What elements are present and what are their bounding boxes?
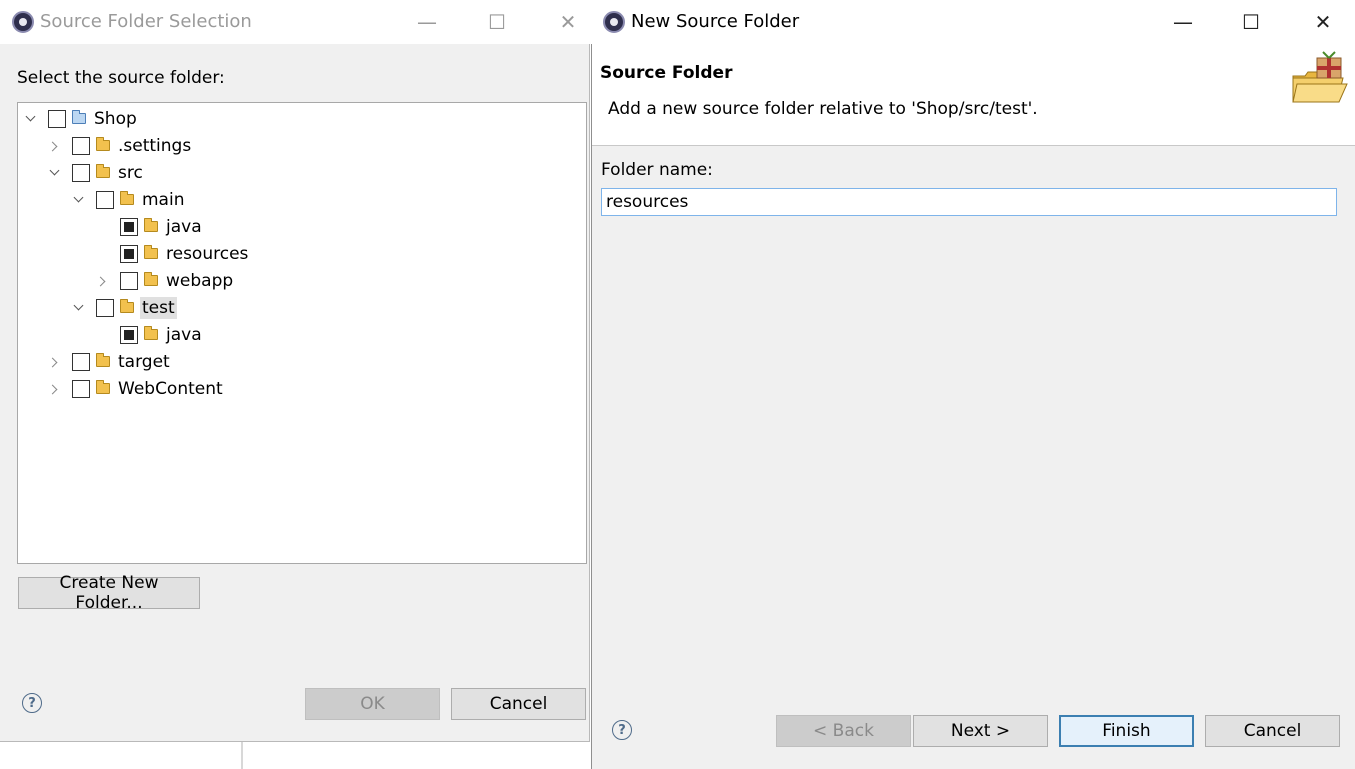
right-cancel-button[interactable]: Cancel xyxy=(1205,715,1340,747)
chevron-right-icon[interactable] xyxy=(48,139,62,153)
tree-item-label: src xyxy=(118,162,143,183)
create-new-folder-button[interactable]: Create New Folder... xyxy=(18,573,200,613)
chevron-down-icon[interactable] xyxy=(48,166,62,180)
tree-item-webcontent[interactable]: WebContent xyxy=(48,375,225,402)
tree-item-label: java xyxy=(166,324,202,345)
checkbox-partial[interactable] xyxy=(120,244,138,263)
chevron-right-icon[interactable] xyxy=(96,274,110,288)
background-divider xyxy=(241,742,243,769)
checkbox[interactable] xyxy=(96,298,114,317)
tree-item-target[interactable]: target xyxy=(48,348,172,375)
finish-button[interactable]: Finish xyxy=(1059,715,1194,747)
folder-name-input[interactable] xyxy=(601,188,1337,216)
tree-item-src[interactable]: src xyxy=(48,159,145,186)
folder-tree[interactable]: Shop .settings src main java resources w… xyxy=(17,102,587,564)
folder-icon xyxy=(96,380,110,394)
chevron-down-icon[interactable] xyxy=(72,193,86,207)
chevron-right-icon[interactable] xyxy=(48,355,62,369)
maximize-icon[interactable]: ☐ xyxy=(482,7,512,37)
eclipse-app-icon xyxy=(12,11,34,33)
chevron-right-icon[interactable] xyxy=(48,382,62,396)
select-source-folder-label: Select the source folder: xyxy=(17,68,225,88)
minimize-icon[interactable]: — xyxy=(412,7,442,37)
wizard-header xyxy=(592,44,1355,146)
close-icon[interactable]: ✕ xyxy=(1308,7,1338,37)
right-dialog-title: New Source Folder xyxy=(631,11,800,32)
maximize-icon[interactable]: ☐ xyxy=(1236,7,1266,37)
folder-name-label: Folder name: xyxy=(601,160,713,180)
left-cancel-button[interactable]: Cancel xyxy=(451,688,586,720)
folder-icon xyxy=(120,191,134,205)
folder-icon xyxy=(144,326,158,340)
ok-button[interactable]: OK xyxy=(305,688,440,720)
checkbox-partial[interactable] xyxy=(120,325,138,344)
eclipse-app-icon xyxy=(603,11,625,33)
checkbox[interactable] xyxy=(72,163,90,182)
help-icon[interactable]: ? xyxy=(612,720,632,740)
chevron-down-icon[interactable] xyxy=(24,112,38,126)
next-button[interactable]: Next > xyxy=(913,715,1048,747)
wizard-page-description: Add a new source folder relative to 'Sho… xyxy=(608,99,1038,119)
tree-item-shop[interactable]: Shop xyxy=(24,105,139,132)
folder-icon xyxy=(144,272,158,286)
new-folder-wizard-icon xyxy=(1292,51,1348,103)
tree-item-label: resources xyxy=(166,243,249,264)
tree-item-main-resources[interactable]: resources xyxy=(96,240,250,267)
tree-item-label: test xyxy=(140,296,177,319)
folder-icon xyxy=(144,245,158,259)
tree-item-test[interactable]: test xyxy=(72,294,177,321)
back-button[interactable]: < Back xyxy=(776,715,911,747)
checkbox[interactable] xyxy=(120,271,138,290)
folder-icon xyxy=(120,299,134,313)
folder-icon xyxy=(144,218,158,232)
tree-item-label: java xyxy=(166,216,202,237)
tree-item-label: WebContent xyxy=(118,378,223,399)
tree-item-settings[interactable]: .settings xyxy=(48,132,193,159)
checkbox[interactable] xyxy=(96,190,114,209)
help-icon[interactable]: ? xyxy=(22,693,42,713)
checkbox-partial[interactable] xyxy=(120,217,138,236)
close-icon[interactable]: ✕ xyxy=(553,7,583,37)
wizard-page-title: Source Folder xyxy=(600,63,733,83)
folder-icon xyxy=(96,353,110,367)
minimize-icon[interactable]: — xyxy=(1168,7,1198,37)
checkbox[interactable] xyxy=(72,352,90,371)
tree-item-label: webapp xyxy=(166,270,234,291)
folder-icon xyxy=(96,137,110,151)
tree-item-main-java[interactable]: java xyxy=(96,213,204,240)
tree-item-webapp[interactable]: webapp xyxy=(96,267,235,294)
checkbox[interactable] xyxy=(48,109,66,128)
folder-icon xyxy=(96,164,110,178)
tree-item-label: .settings xyxy=(118,135,192,156)
checkbox[interactable] xyxy=(72,379,90,398)
tree-item-test-java[interactable]: java xyxy=(96,321,204,348)
tree-item-label: main xyxy=(142,189,185,210)
left-dialog-title: Source Folder Selection xyxy=(40,11,252,32)
tree-item-label: Shop xyxy=(94,108,137,129)
checkbox[interactable] xyxy=(72,136,90,155)
chevron-down-icon[interactable] xyxy=(72,301,86,315)
project-folder-icon xyxy=(72,110,86,124)
tree-item-main[interactable]: main xyxy=(72,186,186,213)
tree-item-label: target xyxy=(118,351,170,372)
